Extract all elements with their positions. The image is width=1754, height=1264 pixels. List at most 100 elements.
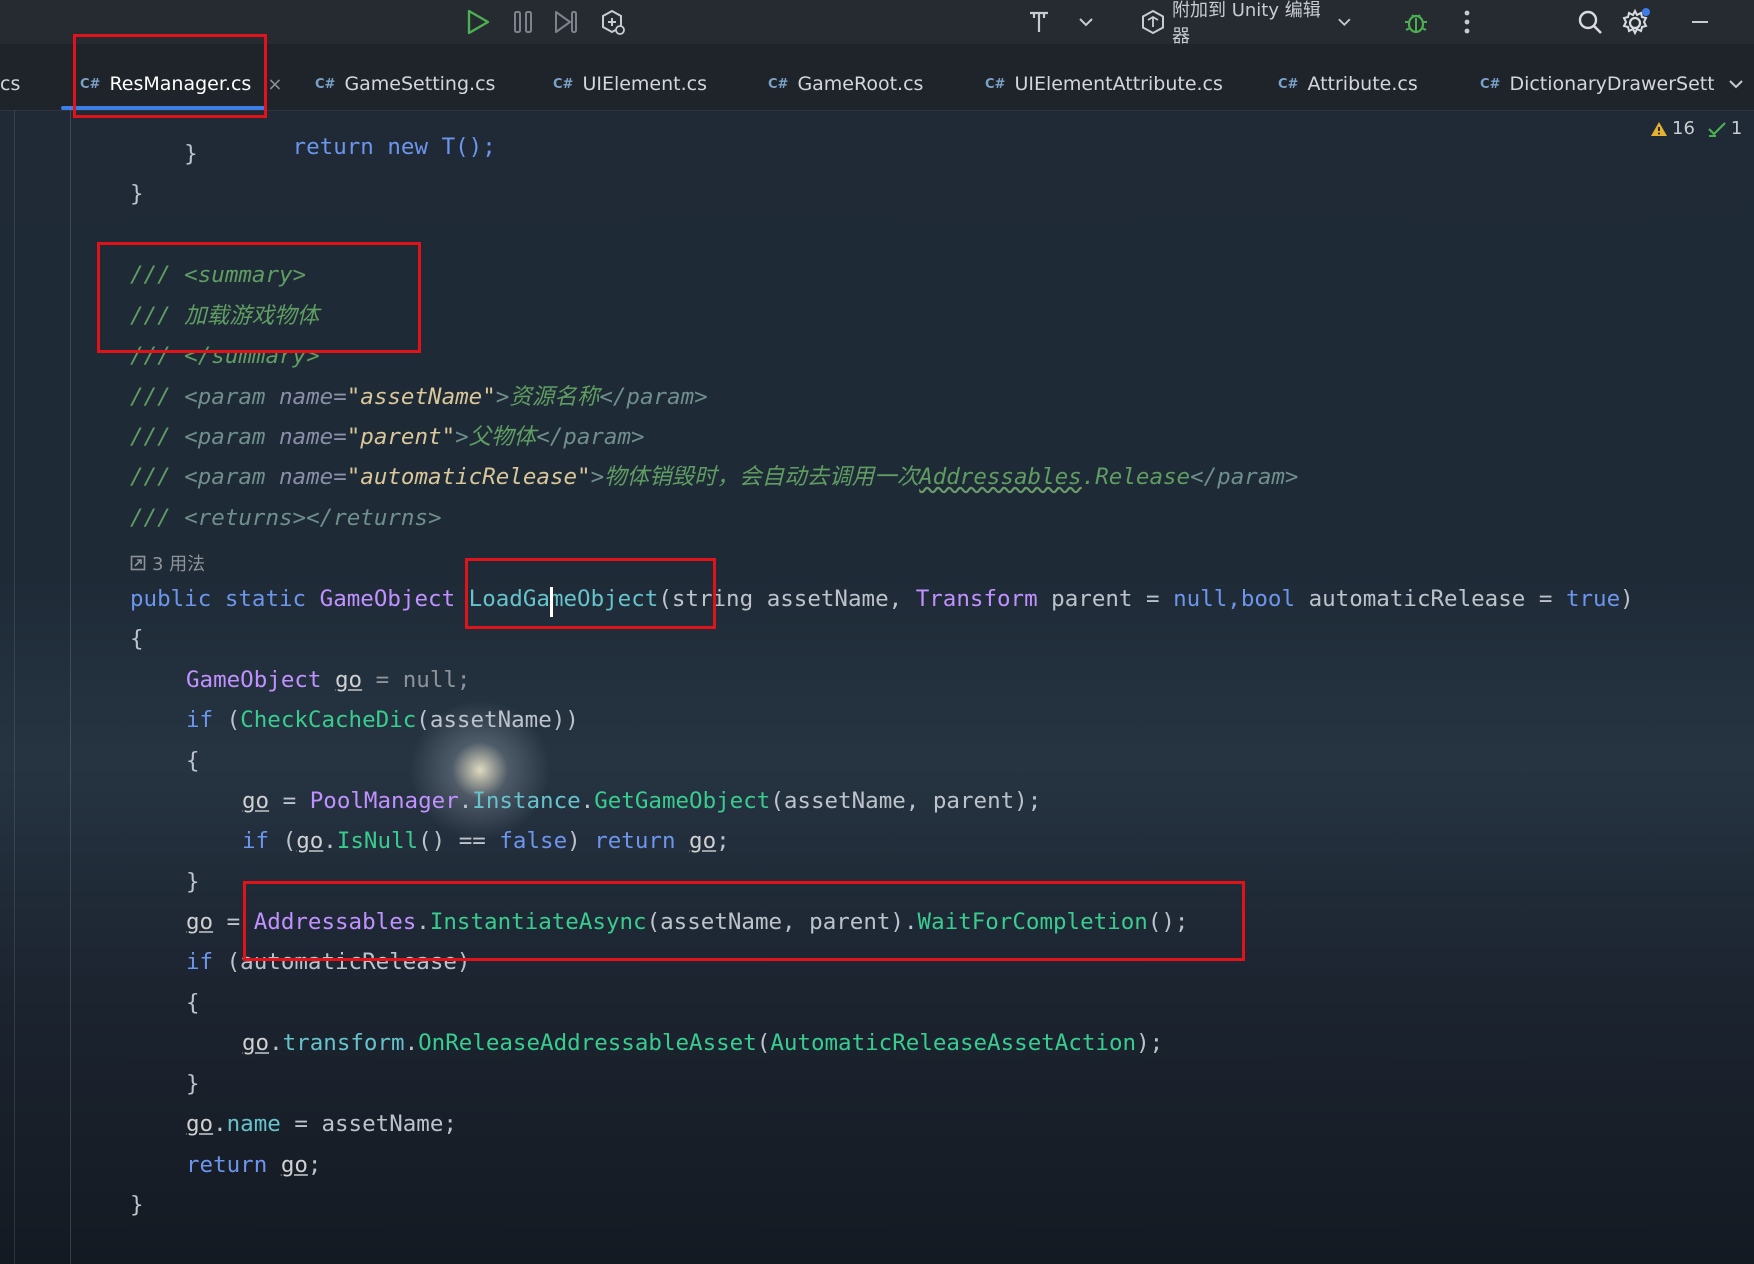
code-line[interactable]: go.transform.OnReleaseAddressableAsset(A… <box>242 1026 1163 1060</box>
csharp-file-icon: C# <box>315 76 336 92</box>
code-text: = null; <box>362 667 471 693</box>
param-name: "automaticRelease" <box>346 464 591 490</box>
code-text: ); <box>1136 1030 1164 1056</box>
code-line[interactable]: public static GameObject LoadGameObject(… <box>130 582 1634 616</box>
code-line[interactable]: } <box>186 1067 200 1101</box>
code-line[interactable]: } <box>130 1188 144 1222</box>
ide-window: 附加到 Unity 编辑器 cs C# ResManager.cs × C# Ga… <box>0 0 1754 1264</box>
null-keyword: null <box>1173 586 1228 612</box>
doc-reference-tail: .Release <box>1081 464 1191 490</box>
return-keyword: return <box>594 828 676 854</box>
tab-attribute[interactable]: C# Attribute.cs <box>1278 64 1418 104</box>
code-text: (assetName, parent); <box>770 788 1042 814</box>
tab-gameroot[interactable]: C# GameRoot.cs <box>768 64 923 104</box>
check-icon <box>1708 121 1726 137</box>
tab-previous[interactable]: cs <box>0 64 20 104</box>
code-line[interactable]: { <box>186 986 200 1020</box>
code-line[interactable]: go.name = assetName; <box>186 1107 457 1141</box>
code-text: } <box>186 869 200 895</box>
variable: go <box>186 1111 214 1137</box>
tab-uielement[interactable]: C# UIElement.cs <box>553 64 707 104</box>
variable: go <box>242 1030 270 1056</box>
code-line[interactable]: return go; <box>186 1148 321 1182</box>
csharp-file-icon: C# <box>985 76 1006 92</box>
bool-keyword: ,bool <box>1227 586 1296 612</box>
code-text: (assetName)) <box>416 707 579 733</box>
tab-list-chevron[interactable] <box>1728 64 1752 104</box>
return-type: GameObject <box>319 586 469 612</box>
code-line[interactable]: { <box>130 622 144 656</box>
return-keyword: return <box>186 1152 268 1178</box>
code-line[interactable]: /// <param name="parent">父物体</param> <box>130 420 645 454</box>
gutter-border <box>14 110 15 1264</box>
pause-icon[interactable] <box>505 6 541 38</box>
step-icon[interactable] <box>548 6 584 38</box>
doc-reference[interactable]: Addressables <box>919 464 1082 490</box>
code-line[interactable]: if (go.IsNull() == false) return go; <box>242 824 730 858</box>
property: transform <box>282 1030 405 1056</box>
variable: go <box>242 788 270 814</box>
inspection-widget[interactable]: 16 1 <box>1650 118 1742 139</box>
usages-hint[interactable]: 3 用法 <box>130 550 205 576</box>
ok-count: 1 <box>1730 118 1743 139</box>
code-line[interactable]: if (CheckCacheDic(assetName)) <box>186 703 579 737</box>
run-icon[interactable] <box>460 6 496 38</box>
code-text: ) <box>1620 586 1634 612</box>
code-line[interactable]: GameObject go = null; <box>186 663 470 697</box>
tab-label: cs <box>0 73 21 95</box>
code-line[interactable]: go = PoolManager.Instance.GetGameObject(… <box>242 784 1041 818</box>
settings-icon[interactable] <box>1616 6 1654 38</box>
param-description: 物体销毁时，会自动去调用一次 <box>604 464 920 490</box>
code-text: automaticRelease = <box>1295 586 1566 612</box>
tab-uielementattribute[interactable]: C# UIElementAttribute.cs <box>985 64 1223 104</box>
minimize-icon[interactable] <box>1682 6 1718 38</box>
variable: go <box>280 1152 308 1178</box>
code-text: return new T(); <box>184 134 496 160</box>
variable: go <box>186 909 214 935</box>
modifier-keyword: public static <box>130 586 320 612</box>
param-name: "parent" <box>346 424 456 450</box>
code-line[interactable]: } <box>130 137 198 171</box>
highlight-box-instantiate <box>243 881 1245 961</box>
property: name <box>226 1111 281 1137</box>
chevron-down-icon[interactable] <box>1072 6 1100 38</box>
build-icon[interactable] <box>1022 6 1056 38</box>
highlight-box-tab <box>73 34 267 118</box>
code-text: { <box>130 626 144 652</box>
attach-target-dropdown[interactable]: 附加到 Unity 编辑器 <box>1172 0 1352 47</box>
code-text: } <box>186 1071 200 1097</box>
tab-label: Attribute.cs <box>1307 73 1418 95</box>
chevron-down-icon <box>1338 18 1351 27</box>
search-icon[interactable] <box>1572 6 1608 38</box>
code-line[interactable]: /// <param name="assetName">资源名称</param> <box>130 380 708 414</box>
code-text: { <box>186 748 200 774</box>
if-keyword: if <box>186 949 214 975</box>
tab-dictionarydrawersettings[interactable]: C# DictionaryDrawerSetti <box>1480 64 1714 104</box>
method-call: CheckCacheDic <box>240 707 417 733</box>
debug-attach-icon[interactable] <box>594 6 630 38</box>
class-name: PoolManager <box>309 788 459 814</box>
code-line[interactable]: } <box>130 177 144 211</box>
csharp-file-icon: C# <box>1278 76 1299 92</box>
code-line[interactable]: /// <returns></returns> <box>130 501 442 535</box>
close-tab-icon[interactable]: × <box>267 74 282 95</box>
code-line[interactable]: /// <param name="automaticRelease">物体销毁时… <box>130 460 1298 494</box>
code-line[interactable]: } <box>186 865 200 899</box>
chevron-down-icon <box>1729 80 1743 89</box>
bug-icon[interactable] <box>1398 6 1434 38</box>
true-keyword: true <box>1565 586 1621 612</box>
warning-icon <box>1651 121 1667 136</box>
tab-label: UIElement.cs <box>582 73 707 95</box>
csharp-file-icon: C# <box>553 76 574 92</box>
external-link-icon <box>130 555 146 571</box>
code-text: } <box>130 181 144 207</box>
code-text: = assetName; <box>280 1111 457 1137</box>
attach-target-label: 附加到 Unity 编辑器 <box>1172 0 1321 47</box>
method-group: AutomaticReleaseAssetAction <box>770 1030 1137 1056</box>
more-icon[interactable] <box>1452 6 1482 38</box>
tab-label: DictionaryDrawerSetti <box>1509 73 1714 95</box>
param-name: "assetName" <box>346 384 496 410</box>
code-line[interactable]: { <box>186 744 200 778</box>
false-keyword: false <box>499 828 568 854</box>
param-type: Transform <box>915 586 1038 612</box>
